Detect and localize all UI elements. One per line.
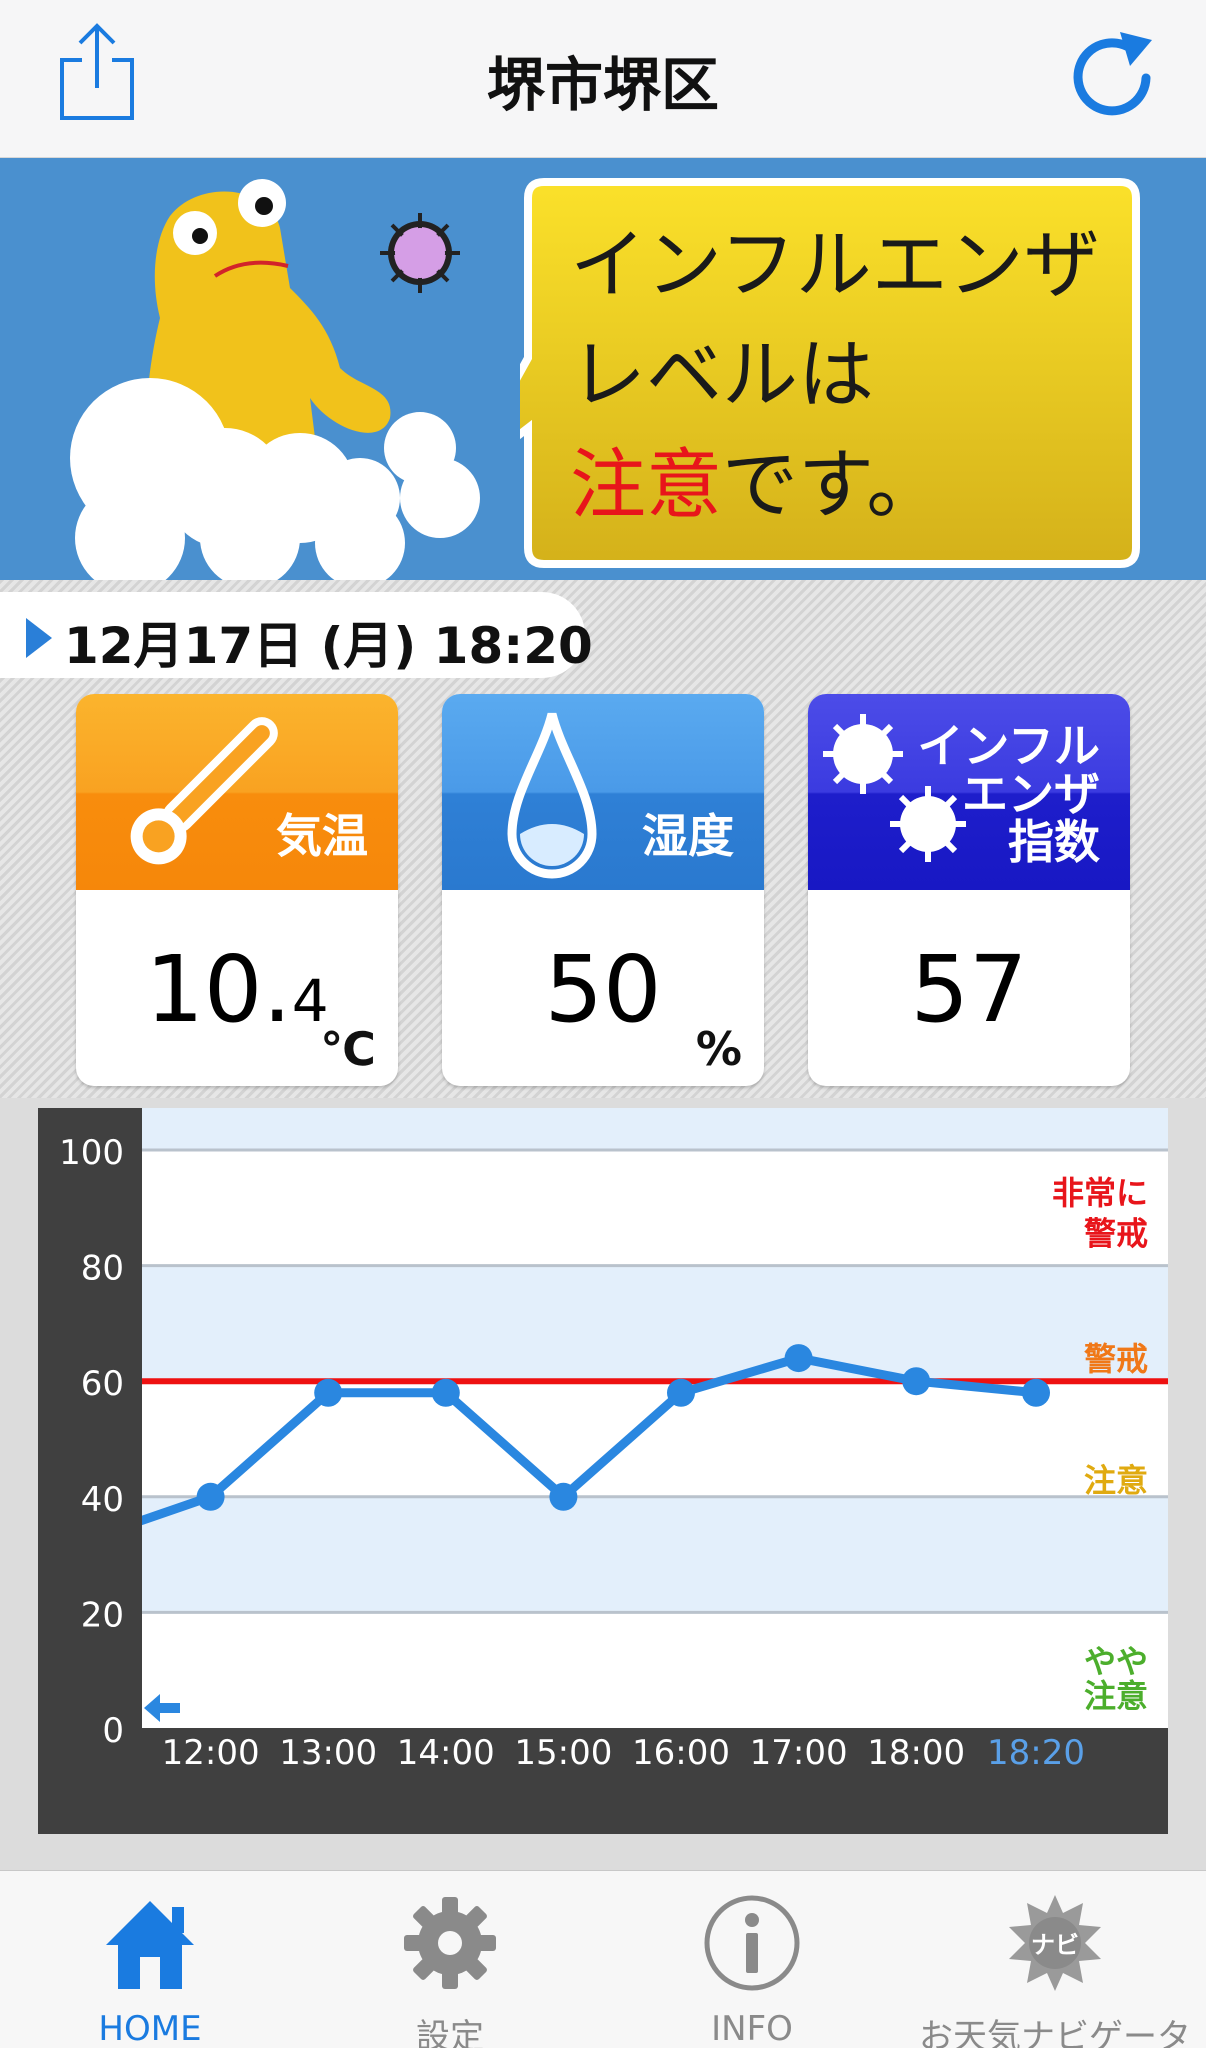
banner-suffix: です。 [722,440,943,529]
page-title: 堺市堺区 [486,51,719,119]
x-tick-label: 15:00 [514,1733,612,1773]
x-tick-label: 14:00 [397,1733,495,1773]
influenza-index-card: インフル エンザ 指数 57 [808,694,1130,1086]
influenza-index-chart-section: 0 20 40 60 80 100 非常に 警戒 警戒 注意 やや 注意 12:00 13:00 14:00… [0,1098,1206,1870]
temperature-unit: ℃ [320,1022,376,1076]
app-screen: 堺市堺区 インフルエンザ レベルは 注意です。 12月17日 (月) 18:20… [0,0,1206,2048]
influenza-label-line-1: インフル [917,719,1100,773]
temperature-card-header: 気温 [76,694,398,890]
banner-line-2: レベルは [570,330,874,419]
y-tick-label: 0 [102,1711,124,1751]
data-point [784,1344,813,1373]
data-point [196,1482,225,1511]
x-tick-label: 13:00 [279,1733,377,1773]
data-point [902,1367,931,1396]
x-tick-label: 12:00 [162,1733,260,1773]
tab-settings[interactable]: 設定 [300,1871,600,2048]
temperature-label: 気温 [276,809,368,863]
thermometer-icon [130,717,278,865]
data-point [431,1378,460,1407]
y-tick-label: 80 [81,1249,124,1289]
svg-text:ナビ: ナビ [1031,1931,1079,1959]
band-label: やや [1084,1642,1148,1680]
mascot-illustration [70,179,480,580]
x-tick-label: 17:00 [750,1733,848,1773]
humidity-label: 湿度 [642,809,734,863]
x-tick-label: 18:00 [867,1733,965,1773]
datetime-text: 12月17日 (月) 18:20 [64,617,593,675]
humidity-card: 湿度 50 % [442,694,764,1086]
info-icon [704,1895,800,1991]
tab-weather-navigator-label: お天気ナビゲータ [919,2017,1191,2048]
chart-band-1 [142,1381,1168,1497]
x-tick-label: 16:00 [632,1733,730,1773]
temperature-value-int: 10. [145,936,292,1043]
virus-icon [380,213,460,293]
influenza-level-text: 注意 [570,440,722,529]
band-label: 非常に [1052,1174,1148,1212]
y-tick-label: 100 [59,1133,124,1173]
band-label: 注意 [1084,1461,1148,1499]
tab-bar: HOME 設定 INFO ナビ お天気ナビゲータ [0,1870,1206,2048]
tab-home-label: HOME [98,2009,202,2048]
navigation-bar: 堺市堺区 [0,0,1206,158]
tab-info[interactable]: INFO [600,1871,904,2048]
current-stats-section: 12月17日 (月) 18:20 気温 10.4 ℃ 湿度 50 % インフル … [0,580,1206,1098]
tab-home[interactable]: HOME [0,1871,300,2048]
data-point [314,1378,343,1407]
band-label: 注意 [1084,1677,1148,1715]
gear-icon [404,1897,496,1989]
play-arrow-icon [26,618,52,658]
home-icon [106,1901,194,1989]
tab-weather-navigator[interactable]: ナビ お天気ナビゲータ [904,1871,1206,2048]
navi-icon: ナビ [1009,1895,1101,1991]
chart-band-2 [142,1612,1168,1728]
influenza-label-line-3: 指数 [1008,815,1100,869]
refresh-button[interactable] [1058,22,1168,132]
tab-info-label: INFO [711,2009,793,2048]
band-label: 警戒 [1084,1215,1148,1253]
water-drop-icon [507,712,597,879]
data-point [549,1482,578,1511]
influenza-index-label: インフル エンザ 指数 [917,722,1100,866]
x-tick-label: 18:20 [987,1733,1085,1773]
influenza-label-line-2: エンザ [962,767,1100,821]
chart-band-0 [142,1150,1168,1266]
influenza-index-chart: 020406080100非常に警戒警戒注意やや注意12:00 13:00 14:00… [38,1108,1168,1834]
refresh-icon [1073,32,1152,116]
y-tick-label: 40 [81,1480,124,1520]
influenza-level-banner: インフルエンザ レベルは 注意です。 [0,158,1206,580]
banner-line-1: インフルエンザ [570,220,1100,309]
data-point [1022,1378,1050,1407]
band-label: 警戒 [1084,1340,1148,1378]
tab-settings-label: 設定 [416,2017,484,2048]
humidity-unit: % [695,1022,742,1076]
y-tick-label: 20 [81,1595,124,1635]
datetime-label: 12月17日 (月) 18:20 [0,592,593,678]
humidity-card-header: 湿度 [442,694,764,890]
data-point [667,1378,695,1407]
y-tick-label: 60 [81,1364,124,1404]
influenza-index-card-header: インフル エンザ 指数 [808,694,1130,890]
banner-message: インフルエンザ レベルは 注意です。 [570,210,1110,540]
temperature-card: 気温 10.4 ℃ [76,694,398,1086]
influenza-index-value: 57 [910,936,1028,1043]
banner-line-3: 注意です。 [570,430,1110,540]
